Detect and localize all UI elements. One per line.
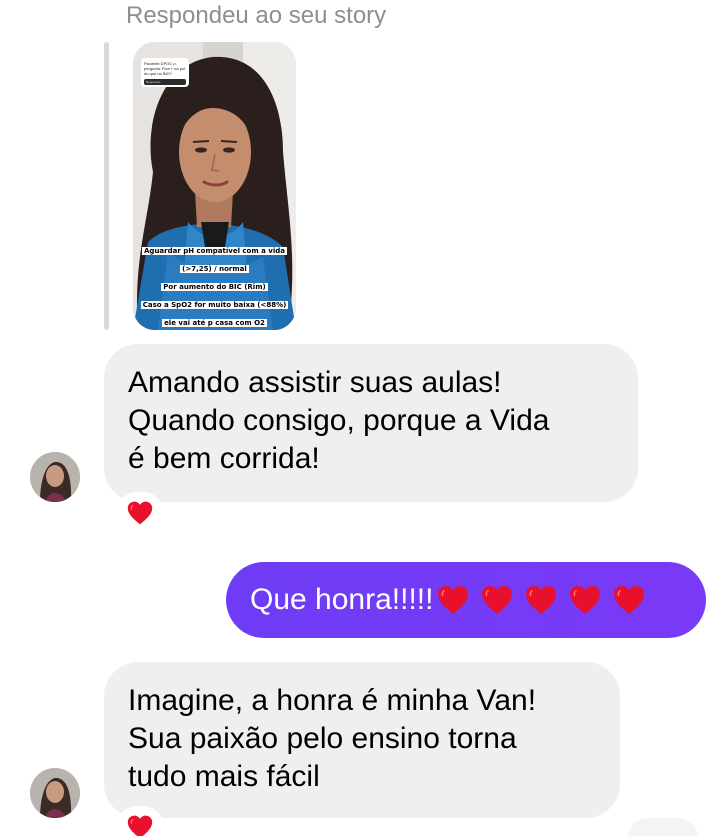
message-bubble-incoming[interactable]: Amando assistir suas aulas! Quando consi… <box>104 344 638 502</box>
reaction-badge[interactable] <box>116 806 164 836</box>
caption-line: Por aumento do BIC (Rim) <box>161 283 268 291</box>
message-line: Quando consigo, porque a Vida <box>128 404 550 437</box>
story-reply-label: Respondeu ao seu story <box>126 2 387 29</box>
caption-line: Caso a SpO2 for muito baixa (<88%) <box>140 301 289 309</box>
red-heart-icon <box>569 584 601 616</box>
caption-line: ele vai até p casa com O2 <box>162 319 267 327</box>
message-line: Imagine, a honra é minha Van! <box>128 684 537 717</box>
red-heart-icon <box>481 584 513 616</box>
sticker-answer: Responda... <box>144 79 186 85</box>
message-line: Sua paixão pelo ensino torna <box>128 722 517 755</box>
avatar[interactable] <box>30 768 80 818</box>
story-caption: Aguardar pH compatível com a vida (>7,25… <box>139 240 290 330</box>
question-sticker: Paciente DPOC p. pergunta: Fica + na pol… <box>141 58 189 87</box>
story-thumbnail[interactable]: Paciente DPOC p. pergunta: Fica + na pol… <box>133 42 296 330</box>
red-heart-icon <box>437 584 469 616</box>
message-line: é bem corrida! <box>128 442 320 475</box>
reaction-badge[interactable] <box>116 492 164 534</box>
chat-thread: Respondeu ao seu story Paciente DPOC p. … <box>0 0 720 836</box>
message-line: tudo mais fácil <box>128 760 320 793</box>
caption-line: Aguardar pH compatível com a vida (>7,25… <box>142 247 287 273</box>
message-bubble-incoming[interactable]: Imagine, a honra é minha Van! Sua paixão… <box>104 662 620 818</box>
message-bubble-outgoing[interactable]: Que honra!!!!! <box>226 562 706 638</box>
quote-bar <box>104 42 109 330</box>
red-heart-icon <box>613 584 645 616</box>
message-line: Amando assistir suas aulas! <box>128 366 502 399</box>
red-heart-icon <box>127 814 153 836</box>
avatar[interactable] <box>30 452 80 502</box>
message-text: Que honra!!!!! <box>250 583 434 616</box>
red-heart-icon <box>127 500 153 526</box>
sticker-question: Paciente DPOC p. pergunta: Fica + na pol… <box>144 61 186 76</box>
avatar-photo <box>30 452 80 502</box>
partial-element <box>628 818 698 836</box>
avatar-photo <box>30 768 80 818</box>
red-heart-icon <box>525 584 557 616</box>
